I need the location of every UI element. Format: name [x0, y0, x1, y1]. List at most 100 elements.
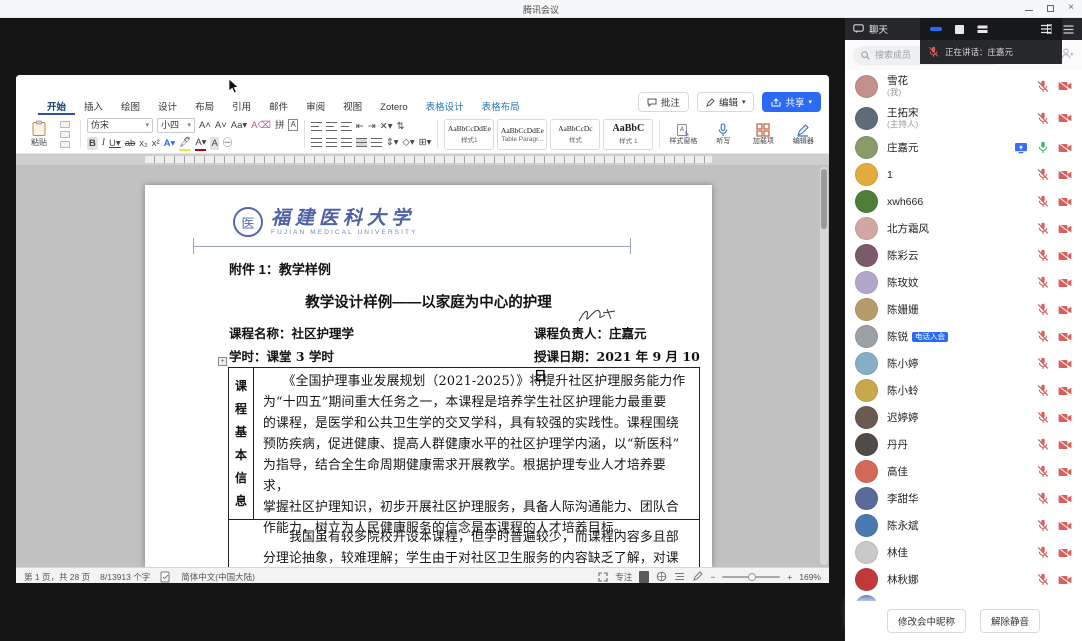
zoom-slider[interactable]: [722, 576, 780, 578]
justify-icon[interactable]: [356, 138, 367, 147]
participant-row[interactable]: 林佳: [845, 539, 1082, 566]
shading-icon[interactable]: ◇▾: [403, 136, 415, 149]
paste-button[interactable]: 粘贴: [24, 117, 54, 151]
ribbon-tab-layout[interactable]: 布局: [186, 100, 223, 115]
language-indicator[interactable]: 简体中文(中国大陆): [181, 571, 255, 583]
distribute-icon[interactable]: [371, 138, 382, 147]
subscript-icon[interactable]: x₂: [139, 137, 147, 150]
document-page[interactable]: 医 福建医科大学 FUJIAN MEDICAL UNIVERSITY 附件 1：…: [145, 185, 712, 567]
menu-icon[interactable]: [1063, 25, 1074, 34]
editor-button[interactable]: 编辑器: [786, 117, 820, 151]
focus-label[interactable]: 专注: [615, 571, 632, 583]
proofing-icon[interactable]: [160, 571, 171, 583]
increase-indent-icon[interactable]: ⇥: [368, 120, 376, 133]
participant-row[interactable]: 王拓宋(主持人): [845, 102, 1082, 134]
style-pane-button[interactable]: A 样式窗格: [666, 117, 700, 151]
ribbon-tab-design[interactable]: 设计: [149, 100, 186, 115]
participant-row[interactable]: 1: [845, 161, 1082, 188]
restore-window-icon[interactable]: [955, 25, 964, 34]
ribbon-tab-mailings[interactable]: 邮件: [260, 100, 297, 115]
character-border-icon[interactable]: A: [288, 119, 297, 131]
ribbon-tab-review[interactable]: 审阅: [297, 100, 334, 115]
close-icon[interactable]: ×: [1068, 2, 1074, 14]
ribbon-tab-draw[interactable]: 绘图: [112, 100, 149, 115]
align-center-icon[interactable]: [326, 138, 337, 147]
borders-icon[interactable]: ⊞▾: [419, 136, 432, 149]
participant-row[interactable]: 北方霜风: [845, 215, 1082, 242]
editing-mode-button[interactable]: 编辑▾: [697, 92, 755, 112]
enclose-characters-icon[interactable]: ㊀: [223, 137, 233, 150]
vertical-scrollbar[interactable]: [820, 167, 828, 565]
document-canvas[interactable]: 医 福建医科大学 FUJIAN MEDICAL UNIVERSITY 附件 1：…: [16, 165, 829, 567]
font-color-icon[interactable]: A▾: [195, 136, 206, 151]
print-layout-icon[interactable]: [639, 571, 649, 583]
zoom-slider-knob[interactable]: [748, 573, 756, 581]
clipboard-mini-buttons[interactable]: [60, 117, 74, 151]
zoom-in-icon[interactable]: +: [787, 572, 792, 582]
layout-view-icon[interactable]: [977, 25, 988, 34]
style-card-2[interactable]: AaBbCcDc样式: [550, 119, 600, 150]
ribbon-tab-home[interactable]: 开始: [38, 100, 75, 115]
format-painter-icon[interactable]: [60, 141, 70, 148]
participant-row[interactable]: 陈永斌: [845, 512, 1082, 539]
page-indicator[interactable]: 第 1 页，共 28 页: [24, 571, 90, 583]
underline-icon[interactable]: U▾: [109, 137, 121, 150]
text-effects-icon[interactable]: A▾: [164, 137, 176, 150]
draft-view-icon[interactable]: [692, 571, 703, 582]
phonetic-guide-icon[interactable]: 拼: [275, 119, 285, 132]
maximize-icon[interactable]: [1047, 5, 1054, 12]
font-name-select[interactable]: 仿宋▾: [87, 118, 153, 133]
ruler[interactable]: [16, 154, 829, 165]
participant-row[interactable]: 李甜华: [845, 485, 1082, 512]
change-case-icon[interactable]: Aa▾: [231, 119, 247, 132]
add-ins-button[interactable]: 加载项: [746, 117, 780, 151]
participant-row[interactable]: 陈小蛉: [845, 377, 1082, 404]
participant-row[interactable]: 丹丹: [845, 431, 1082, 458]
asian-layout-icon[interactable]: ✕▾: [380, 120, 393, 133]
ribbon-tab-zotero[interactable]: Zotero: [371, 100, 416, 115]
superscript-icon[interactable]: x²: [152, 137, 160, 150]
zoom-out-icon[interactable]: −: [710, 572, 715, 582]
sidebar-toggle-icon[interactable]: [1040, 24, 1052, 34]
change-nickname-button[interactable]: 修改会中昵称: [887, 609, 966, 633]
numbering-icon[interactable]: [326, 122, 337, 131]
participant-row[interactable]: 林秋娜: [845, 566, 1082, 593]
minimize-icon[interactable]: [1025, 5, 1033, 11]
grow-font-icon[interactable]: A˄: [199, 119, 211, 132]
decrease-indent-icon[interactable]: ⇤: [356, 120, 364, 133]
align-left-icon[interactable]: [311, 138, 322, 147]
participant-row[interactable]: 陈姗姗: [845, 296, 1082, 323]
ribbon-tab-table-layout[interactable]: 表格布局: [473, 100, 529, 115]
participant-row[interactable]: 陈锐电话入会: [845, 323, 1082, 350]
highlight-color-icon[interactable]: 🖊: [179, 136, 191, 151]
share-document-button[interactable]: 共享▾: [762, 92, 821, 112]
participant-row[interactable]: 陈彩云: [845, 242, 1082, 269]
line-spacing-icon[interactable]: ⇕▾: [386, 136, 399, 149]
style-card-3[interactable]: AaBbC样式 1: [603, 119, 653, 150]
web-layout-icon[interactable]: [656, 571, 667, 582]
multilevel-list-icon[interactable]: [341, 122, 352, 131]
cut-icon[interactable]: [60, 121, 70, 128]
participant-row[interactable]: xwh666: [845, 188, 1082, 215]
ribbon-tab-view[interactable]: 视图: [334, 100, 371, 115]
style-card-1[interactable]: AaBbCcDdEeTable Paragr...: [497, 119, 547, 150]
dictate-button[interactable]: 听写: [706, 117, 740, 151]
clear-formatting-icon[interactable]: A⌫: [251, 119, 271, 132]
comments-button[interactable]: 批注: [638, 92, 689, 112]
ribbon-tab-references[interactable]: 引用: [223, 100, 260, 115]
bullets-icon[interactable]: [311, 122, 322, 131]
participant-row[interactable]: 陈玫妏: [845, 269, 1082, 296]
participant-row[interactable]: 迟婷婷: [845, 404, 1082, 431]
participant-list[interactable]: 雪花(我)王拓宋(主持人)庄嘉元1xwh666北方霜风陈彩云陈玫妏陈姗姗陈锐电话…: [845, 70, 1082, 623]
participant-row[interactable]: 高佳: [845, 458, 1082, 485]
copy-icon[interactable]: [60, 131, 70, 138]
strikethrough-icon[interactable]: ab: [125, 137, 136, 150]
participant-row[interactable]: 雪花(我): [845, 70, 1082, 102]
unmute-button[interactable]: 解除静音: [980, 609, 1040, 633]
word-count[interactable]: 8/13913 个字: [100, 571, 150, 583]
style-card-0[interactable]: AaBbCcDdEe样式1: [444, 119, 494, 150]
sort-icon[interactable]: ⇅: [396, 120, 404, 133]
ribbon-tab-table-design[interactable]: 表格设计: [417, 100, 473, 115]
align-right-icon[interactable]: [341, 138, 352, 147]
font-size-select[interactable]: 小四▾: [157, 118, 195, 133]
